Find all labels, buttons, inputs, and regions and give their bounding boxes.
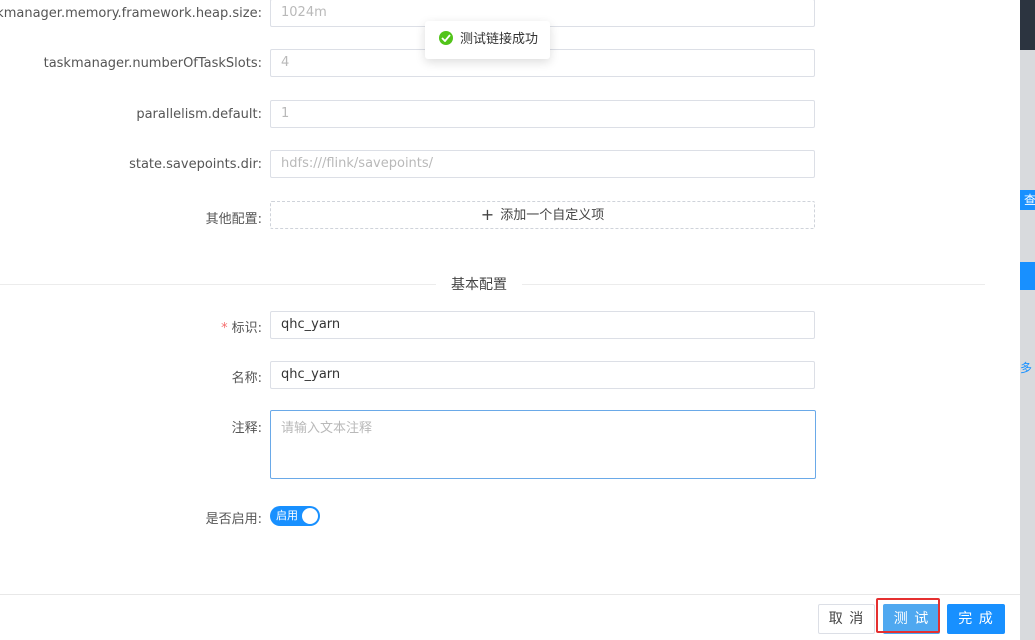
field-label: taskmanager.memory.framework.heap.size: (0, 6, 262, 21)
toggle-knob (302, 508, 318, 524)
plus-icon: + (480, 205, 495, 224)
footer-divider (0, 594, 1020, 595)
identifier-input[interactable]: qhc_yarn (270, 311, 815, 339)
field-label: 其他配置: (205, 212, 262, 227)
note-textarea[interactable]: 请输入文本注释 (270, 410, 816, 479)
required-mark: * (221, 321, 228, 336)
add-custom-item-label: 添加一个自定义项 (500, 208, 605, 223)
enabled-toggle-text: 启用 (276, 509, 298, 522)
background-page-edge: 查 多 (1020, 0, 1035, 640)
identifier-label: 标识: (231, 321, 262, 336)
done-button[interactable]: 完 成 (947, 604, 1005, 634)
cancel-button[interactable]: 取 消 (818, 604, 875, 634)
enabled-toggle[interactable]: 启用 (270, 506, 320, 526)
field-label: parallelism.default: (136, 107, 262, 122)
background-peek-text-a: 查 (1024, 193, 1035, 207)
add-custom-item-button[interactable]: + 添加一个自定义项 (270, 201, 815, 229)
test-button[interactable]: 测 试 (883, 604, 940, 634)
name-label: 名称: (231, 371, 262, 386)
cluster-config-modal: taskmanager.memory.framework.heap.size: … (0, 0, 1020, 640)
note-label: 注释: (231, 421, 262, 436)
enabled-label: 是否启用: (205, 512, 262, 527)
section-title-basic: 基本配置 (436, 276, 522, 294)
field-label: taskmanager.numberOfTaskSlots: (43, 56, 262, 71)
field-label: state.savepoints.dir: (129, 157, 262, 172)
field-label: * 标识: (221, 317, 262, 336)
check-circle-icon (439, 31, 453, 45)
toast-message: 测试链接成功 (460, 32, 539, 47)
success-toast: 测试链接成功 (425, 21, 550, 59)
background-peek-text-b: 多 (1020, 361, 1033, 375)
parallelism-input[interactable]: 1 (270, 100, 815, 128)
savepoints-dir-input[interactable]: hdfs:///flink/savepoints/ (270, 150, 815, 178)
name-input[interactable]: qhc_yarn (270, 361, 815, 389)
